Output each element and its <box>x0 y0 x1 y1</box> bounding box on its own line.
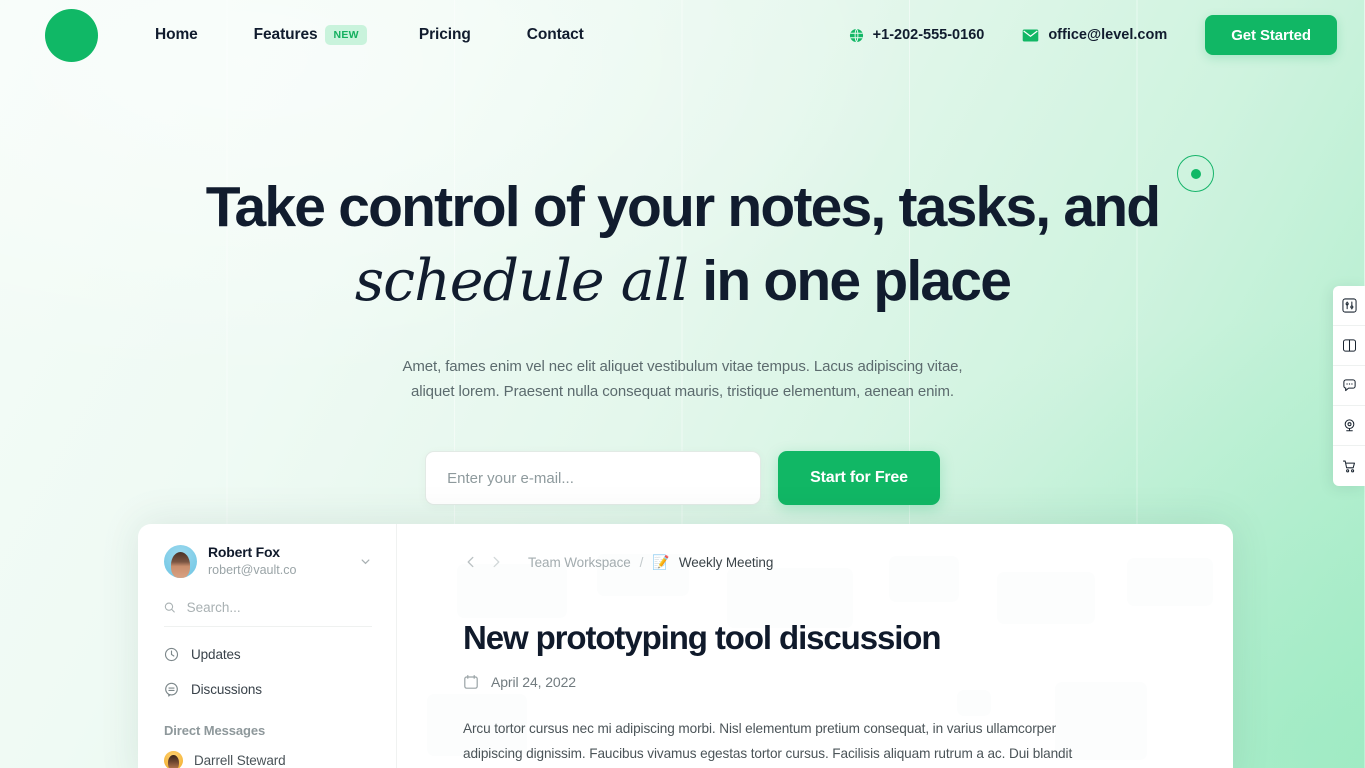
app-sidebar: Robert Fox robert@vault.co Updates <box>138 524 397 768</box>
back-arrow-icon[interactable] <box>463 554 479 570</box>
sidebar-item-label: Updates <box>191 647 241 663</box>
nav-features-group: Features NEW <box>254 20 367 50</box>
document-date-text: April 24, 2022 <box>491 674 576 690</box>
headline-italic: schedule all <box>354 248 689 314</box>
signup-form: Start for Free <box>0 451 1365 505</box>
breadcrumb-root[interactable]: Team Workspace <box>528 555 631 570</box>
search-icon <box>164 602 175 613</box>
shopping-cart-icon <box>1342 460 1355 472</box>
get-started-button[interactable]: Get Started <box>1205 15 1337 55</box>
document-body: Arcu tortor cursus nec mi adipiscing mor… <box>463 721 1073 761</box>
sidebar-item-updates[interactable]: Updates <box>164 647 372 662</box>
primary-nav: Home Features NEW Pricing Contact <box>155 20 640 50</box>
side-toolbar <box>1333 286 1365 486</box>
navbar-right: +1-202-555-0160 office@level.com Get Sta… <box>849 15 1337 55</box>
headline-line1: Take control of your notes, tasks, and <box>205 175 1161 239</box>
breadcrumb-separator: / <box>639 554 644 570</box>
book-icon <box>1342 339 1356 352</box>
direct-messages-heading: Direct Messages <box>164 723 266 739</box>
chat-bubble-icon <box>1342 379 1356 392</box>
avatar <box>164 544 197 578</box>
email-address: office@level.com <box>1048 27 1168 43</box>
dm-contact-name: Darrell Steward <box>194 753 286 768</box>
sidebar-search[interactable] <box>164 600 372 628</box>
hero-section: Take control of your notes, tasks, and s… <box>0 0 1365 505</box>
globe-icon <box>849 28 863 42</box>
search-input[interactable] <box>186 600 372 616</box>
avatar <box>164 751 183 768</box>
envelope-icon <box>1023 29 1039 41</box>
hero-subtitle: Amet, fames enim vel nec elit aliquet ve… <box>0 354 1365 404</box>
toolbar-item-cart[interactable] <box>1333 446 1365 486</box>
toolbar-item-settings[interactable] <box>1333 286 1365 326</box>
subtitle-line-2: aliquet lorem. Praesent nulla consequat … <box>410 383 955 400</box>
email-input[interactable] <box>425 451 762 505</box>
document-title: New prototyping tool discussion <box>463 619 942 656</box>
user-profile[interactable]: Robert Fox robert@vault.co <box>164 544 372 578</box>
start-for-free-button[interactable]: Start for Free <box>778 451 940 505</box>
sidebar-item-discussions[interactable]: Discussions <box>164 682 372 697</box>
toolbar-item-webcam[interactable] <box>1333 406 1365 446</box>
forward-arrow-icon[interactable] <box>488 554 504 570</box>
list-item[interactable]: Darrell Steward <box>164 751 372 768</box>
calendar-icon <box>463 674 479 690</box>
user-name: Robert Fox <box>208 544 280 560</box>
app-main: Team Workspace / 📝 Weekly Meeting New pr… <box>397 524 1233 768</box>
headline-line2-tail: in one place <box>702 249 1012 313</box>
sidebar-item-label: Discussions <box>191 682 262 698</box>
message-icon <box>164 682 179 697</box>
user-identity: Robert Fox robert@vault.co <box>208 544 296 578</box>
webcam-icon <box>1344 419 1354 432</box>
phone-contact[interactable]: +1-202-555-0160 <box>849 27 985 43</box>
nav-link-contact[interactable]: Contact <box>527 20 584 50</box>
memo-emoji-icon: 📝 <box>652 554 670 570</box>
chevron-down-icon[interactable] <box>359 555 372 568</box>
document-date: April 24, 2022 <box>463 674 1189 690</box>
subtitle-line-1: Amet, fames enim vel nec elit aliquet ve… <box>402 358 963 375</box>
phone-number: +1-202-555-0160 <box>872 27 985 43</box>
user-email: robert@vault.co <box>208 562 297 577</box>
sliders-icon <box>1341 298 1357 313</box>
app-preview-card: Robert Fox robert@vault.co Updates <box>138 524 1233 768</box>
toolbar-item-chat[interactable] <box>1333 366 1365 406</box>
nav-link-features[interactable]: Features <box>254 20 318 50</box>
clock-icon <box>164 647 179 662</box>
email-contact[interactable]: office@level.com <box>1022 27 1167 43</box>
nav-link-pricing[interactable]: Pricing <box>419 20 471 50</box>
page-title: Take control of your notes, tasks, and s… <box>0 170 1365 318</box>
level-logo[interactable] <box>45 8 98 62</box>
breadcrumb-current[interactable]: Weekly Meeting <box>679 555 774 570</box>
navbar: Home Features NEW Pricing Contact +1-202… <box>0 0 1365 70</box>
nav-link-home[interactable]: Home <box>155 20 198 50</box>
new-badge: NEW <box>325 25 367 45</box>
breadcrumb: Team Workspace / 📝 Weekly Meeting <box>463 554 1189 570</box>
decorative-target-icon <box>1177 155 1214 192</box>
toolbar-item-library[interactable] <box>1333 326 1365 366</box>
